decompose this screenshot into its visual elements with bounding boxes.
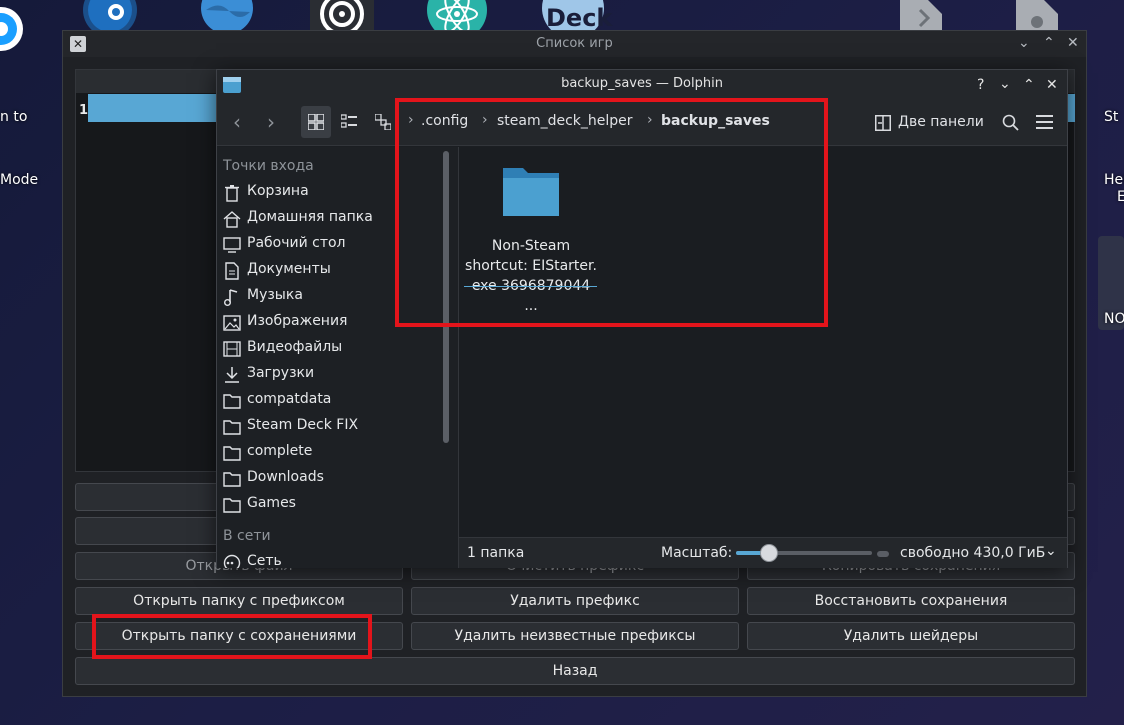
sidebar-item-label: Сеть [247,553,282,568]
sidebar-item-label: Корзина [247,183,309,199]
sidebar-item-label: Видеофайлы [247,339,343,355]
zoom-label: Масштаб: [661,545,733,561]
dolphin-title: backup_saves — Dolphin [561,76,723,91]
grid-view-icon [308,114,324,130]
sidebar-item-label: complete [247,443,313,459]
sidebar-item-compatdata[interactable]: compatdata [223,389,433,413]
desktop-icon [223,237,241,253]
sidebar-item-label: Загрузки [247,365,315,381]
folder-icon [223,394,241,409]
delete-unknown-prefixes-button[interactable]: Удалить неизвестные префиксы [411,622,739,650]
folder-icon [223,498,241,513]
hamburger-menu-icon[interactable] [1036,115,1053,129]
item-count: 1 папка [467,545,525,561]
folder-icon [223,472,241,487]
zoom-slider[interactable] [736,544,872,562]
help-icon[interactable]: ? [977,76,984,94]
desktop-label-left: n to Mode [0,109,39,188]
folder-icon [223,420,241,435]
sidebar-item-label: Downloads [247,469,324,485]
chevron-up-icon[interactable]: ⌃ [1043,34,1055,52]
icon-view-button[interactable] [301,106,331,138]
download-icon [225,367,239,383]
zoom-slider-handle[interactable] [760,544,778,562]
sidebar-item-downloads[interactable]: Загрузки [223,363,433,387]
sidebar-item-label: Steam Deck FIX [247,417,359,433]
chevron-down-icon[interactable]: ⌄ [1045,543,1057,559]
desktop-return-icon[interactable] [0,6,24,52]
split-view-icon[interactable] [875,115,891,131]
video-icon [223,341,241,357]
trash-icon [225,185,239,202]
folder-icon [223,446,241,461]
sidebar-item-label: Games [247,495,296,511]
sidebar-item-label: Музыка [247,287,303,303]
delete-prefix-button[interactable]: Удалить префикс [411,587,739,615]
places-header: Точки входа [223,158,314,174]
minimize-icon[interactable]: ⌄ [999,75,1011,93]
document-icon [225,262,239,280]
home-icon [223,211,241,228]
sidebar-item-videos[interactable]: Видеофайлы [223,337,433,361]
forward-arrow-icon[interactable]: › [267,110,275,134]
restore-saves-button[interactable]: Восстановить сохранения [747,587,1075,615]
split-view-button[interactable]: Две панели [898,114,984,130]
games-window-title: Список игр [536,36,613,51]
network-header: В сети [223,528,271,544]
sidebar-item-label: Документы [247,261,331,277]
sidebar-item-complete[interactable]: complete [223,441,433,465]
close-icon[interactable]: ✕ [1067,34,1079,52]
dolphin-titlebar: backup_saves — Dolphin ? ⌄ ⌃ ✕ [217,70,1067,100]
music-icon [224,289,238,306]
sidebar-item-games[interactable]: Games [223,493,433,517]
close-icon[interactable]: ✕ [1046,76,1058,94]
disk-usage-indicator [877,551,889,557]
desktop-label-right-bottom: NO [1104,311,1124,327]
image-icon [223,315,241,331]
annotation-button-highlight [92,614,372,659]
desktop-file-icon-2[interactable] [1014,0,1060,32]
free-space[interactable]: свободно 430,0 ГиБ [900,545,1045,561]
desktop-file-icon[interactable] [898,0,944,32]
status-bar: 1 папка Масштаб: свободно 430,0 ГиБ ⌄ [459,537,1067,568]
sidebar-item-label: compatdata [247,391,332,407]
games-titlebar: ✕ Список игр ⌄ ⌃ ✕ [63,31,1086,57]
sidebar-item-label: Изображения [247,313,348,329]
open-prefix-folder-button[interactable]: Открыть папку с префиксом [75,587,403,615]
sidebar-item-label: Рабочий стол [247,235,346,251]
deck-icon-text: Deck [546,4,613,32]
back-button[interactable]: Назад [75,657,1075,685]
sidebar-item-downloads-folder[interactable]: Downloads [223,467,433,491]
delete-shaders-button[interactable]: Удалить шейдеры [747,622,1075,650]
annotation-breadcrumb-highlight [395,98,828,327]
compact-view-icon[interactable] [341,114,357,130]
sidebar-item-label: Домашняя папка [247,209,373,225]
maximize-icon[interactable]: ⌃ [1023,76,1035,94]
desktop-label-right-mid: E [1117,189,1124,205]
details-view-icon[interactable] [375,114,391,130]
back-arrow-icon[interactable]: ‹ [233,110,241,134]
search-icon[interactable] [1002,114,1019,131]
chevron-down-icon[interactable]: ⌄ [1018,34,1030,52]
games-row-number: 1 [79,103,89,118]
sidebar-item-network[interactable]: Сеть [223,551,433,568]
network-icon [223,554,241,568]
sidebar-item-steam-deck-fix[interactable]: Steam Deck FIX [223,415,433,439]
